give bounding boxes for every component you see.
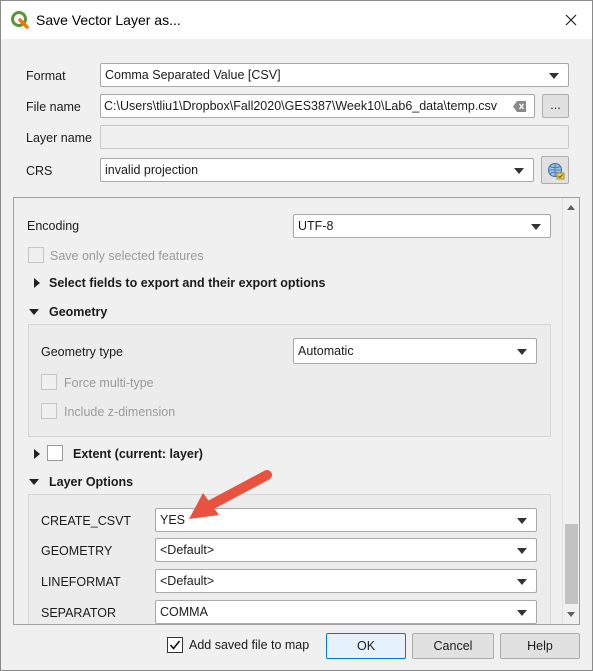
layername-label: Layer name xyxy=(26,131,93,145)
layer-options-header[interactable]: Layer Options xyxy=(49,475,133,489)
qgis-logo-icon xyxy=(11,11,29,29)
add-saved-label: Add saved file to map xyxy=(189,638,310,652)
crs-select[interactable]: invalid projection xyxy=(100,158,534,182)
title-bar: Save Vector Layer as... xyxy=(1,1,592,39)
save-selected-label: Save only selected features xyxy=(50,249,204,263)
layer-option-select[interactable]: COMMA xyxy=(155,600,537,624)
force-multi-label: Force multi-type xyxy=(64,376,154,390)
geometry-type-value: Automatic xyxy=(298,344,354,358)
layer-option-select[interactable]: <Default> xyxy=(155,538,537,562)
chevron-down-icon xyxy=(517,579,527,585)
encoding-value: UTF-8 xyxy=(298,219,334,233)
chevron-down-icon xyxy=(531,224,541,230)
include-z-checkbox[interactable] xyxy=(41,403,57,419)
chevron-down-icon xyxy=(517,548,527,554)
collapse-arrow-icon[interactable] xyxy=(29,479,39,485)
chevron-down-icon xyxy=(517,518,527,524)
encoding-select[interactable]: UTF-8 xyxy=(293,214,551,238)
extent-checkbox[interactable] xyxy=(47,445,63,461)
close-button[interactable] xyxy=(556,7,586,33)
scroll-up-icon[interactable] xyxy=(567,205,575,210)
expand-arrow-icon[interactable] xyxy=(34,278,40,288)
format-select[interactable]: Comma Separated Value [CSV] xyxy=(100,63,569,87)
save-vector-layer-dialog: Save Vector Layer as... Format Comma Sep… xyxy=(0,0,593,671)
collapse-arrow-icon[interactable] xyxy=(29,309,39,315)
help-button[interactable]: Help xyxy=(500,633,580,659)
options-scroll-area[interactable]: Encoding UTF-8 Save only selected featur… xyxy=(13,197,580,625)
layer-option-value: COMMA xyxy=(160,605,208,619)
crs-label: CRS xyxy=(26,164,53,178)
chevron-down-icon xyxy=(517,349,527,355)
layer-option-value: <Default> xyxy=(160,543,215,557)
globe-icon xyxy=(547,162,565,183)
extent-header[interactable]: Extent (current: layer) xyxy=(73,447,203,461)
layer-option-key: GEOMETRY xyxy=(41,544,113,558)
browse-button[interactable]: ... xyxy=(542,94,569,118)
include-z-label: Include z-dimension xyxy=(64,405,176,419)
scrollbar-thumb[interactable] xyxy=(565,524,578,604)
crs-selector-button[interactable] xyxy=(541,156,569,184)
format-label: Format xyxy=(26,69,66,83)
select-fields-header[interactable]: Select fields to export and their export… xyxy=(49,276,325,290)
annotation-arrow-icon xyxy=(189,470,272,519)
force-multi-checkbox[interactable] xyxy=(41,374,57,390)
chevron-down-icon xyxy=(514,168,524,174)
layer-option-key: CREATE_CSVT xyxy=(41,514,132,528)
geometry-header[interactable]: Geometry xyxy=(49,305,107,319)
geometry-group: Geometry type Automatic Force multi-type… xyxy=(28,324,551,437)
layer-options-group: CREATE_CSVT YES GEOMETRY <Default> LINEF… xyxy=(28,494,551,624)
filename-value: C:\Users\tliu1\Dropbox\Fall2020\GES387\W… xyxy=(104,99,498,113)
expand-arrow-icon[interactable] xyxy=(34,449,40,459)
layer-option-key: SEPARATOR xyxy=(41,606,117,620)
chevron-down-icon xyxy=(549,73,559,79)
window-title: Save Vector Layer as... xyxy=(36,12,181,28)
encoding-label: Encoding xyxy=(27,219,80,233)
filename-label: File name xyxy=(26,100,81,114)
help-button-label: Help xyxy=(527,639,553,653)
ok-button[interactable]: OK xyxy=(326,633,406,659)
chevron-down-icon xyxy=(517,610,527,616)
save-selected-checkbox[interactable] xyxy=(28,247,44,263)
checkmark-icon xyxy=(169,640,181,650)
vertical-scrollbar[interactable] xyxy=(562,198,579,624)
browse-label: ... xyxy=(550,98,561,112)
filename-field[interactable]: C:\Users\tliu1\Dropbox\Fall2020\GES387\W… xyxy=(100,94,535,118)
layer-option-key: LINEFORMAT xyxy=(41,575,121,589)
geometry-type-select[interactable]: Automatic xyxy=(293,338,537,364)
add-saved-checkbox[interactable] xyxy=(167,637,183,653)
cancel-button[interactable]: Cancel xyxy=(412,633,494,659)
clear-text-icon[interactable] xyxy=(513,101,527,112)
cancel-button-label: Cancel xyxy=(433,639,473,653)
layername-field[interactable] xyxy=(100,125,569,149)
scroll-down-icon[interactable] xyxy=(567,612,575,617)
ok-button-label: OK xyxy=(356,639,376,653)
geometry-type-label: Geometry type xyxy=(41,345,123,359)
layer-option-value: <Default> xyxy=(160,574,215,588)
close-icon xyxy=(565,14,577,26)
crs-value: invalid projection xyxy=(105,163,199,177)
format-value: Comma Separated Value [CSV] xyxy=(105,68,281,82)
layer-option-select[interactable]: <Default> xyxy=(155,569,537,593)
